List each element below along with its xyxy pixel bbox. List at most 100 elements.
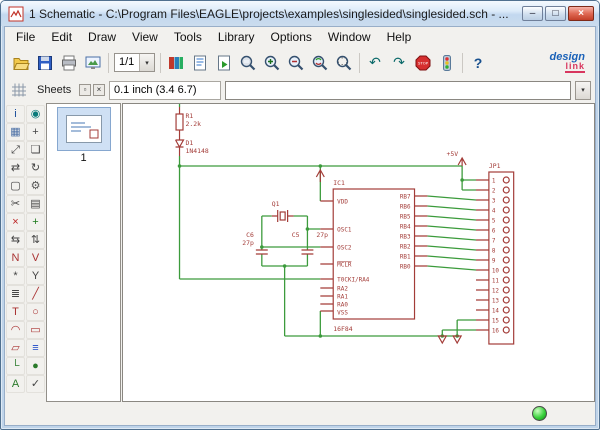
tool-name[interactable]: N — [6, 249, 25, 267]
svg-text:RB4: RB4 — [400, 223, 411, 230]
svg-text:RB3: RB3 — [400, 233, 411, 240]
tool-mark[interactable]: + — [26, 123, 45, 141]
minimize-button[interactable]: – — [522, 6, 543, 21]
sheets-panel: 1 — [46, 103, 121, 402]
tool-smash[interactable]: * — [6, 267, 25, 285]
command-history-dropdown[interactable]: ▾ — [575, 81, 591, 100]
menu-item[interactable]: File — [8, 28, 43, 46]
panel-close-button[interactable]: × — [93, 84, 105, 96]
tool-move[interactable]: ⤢ — [6, 141, 25, 159]
cam-image-icon — [84, 54, 102, 72]
r1-value: 2.2k — [185, 120, 201, 128]
schematic-canvas[interactable]: R1 2.2k D1 1N4148 Q1 C6 27p C5 27p +5V I… — [122, 103, 595, 402]
help-button[interactable]: ? — [466, 51, 490, 75]
sheets-panel-header: Sheets ▫ × — [35, 84, 105, 96]
zoom-select-icon — [335, 54, 353, 72]
d1-value: 1N4148 — [185, 147, 208, 155]
command-input[interactable] — [225, 81, 571, 100]
maximize-button[interactable]: □ — [545, 6, 566, 21]
menu-item[interactable]: Options — [263, 28, 320, 46]
zoom-redraw-button[interactable] — [308, 51, 332, 75]
designlink-logo: design link — [546, 51, 589, 75]
menu-item[interactable]: Library — [210, 28, 263, 46]
tool-label[interactable]: A — [6, 375, 25, 393]
tool-gateswap[interactable]: ⇅ — [26, 231, 45, 249]
svg-text:3: 3 — [492, 197, 496, 204]
traffic-light-button[interactable] — [435, 51, 459, 75]
run-button[interactable] — [212, 51, 236, 75]
sheets-panel-title: Sheets — [37, 84, 77, 96]
svg-text:STOP: STOP — [418, 60, 429, 65]
tool-delete[interactable]: × — [6, 213, 25, 231]
sheet-selector[interactable]: 1/1 ▾ — [114, 53, 155, 72]
tool-copy[interactable]: ❏ — [26, 141, 45, 159]
ic1-value: 16F84 — [333, 325, 352, 333]
status-led — [532, 406, 547, 421]
zoom-in-button[interactable] — [260, 51, 284, 75]
stop-button[interactable]: STOP — [411, 51, 435, 75]
tool-display[interactable]: ▦ — [6, 123, 25, 141]
tool-pinswap[interactable]: ⇆ — [6, 231, 25, 249]
title-bar[interactable]: 1 Schematic - C:\Program Files\EAGLE\pro… — [1, 1, 599, 26]
tool-bus[interactable]: ≡ — [26, 339, 45, 357]
tool-arc[interactable]: ◠ — [6, 321, 25, 339]
tool-polygon[interactable]: ▱ — [6, 339, 25, 357]
close-button[interactable]: × — [568, 6, 594, 21]
tool-paste[interactable]: ▤ — [26, 195, 45, 213]
menu-bar: FileEditDrawViewToolsLibraryOptionsWindo… — [5, 27, 595, 47]
tool-junction[interactable]: ● — [26, 357, 45, 375]
menu-item[interactable]: Edit — [43, 28, 80, 46]
tool-rotate[interactable]: ↻ — [26, 159, 45, 177]
redo-button[interactable]: ↷ — [387, 51, 411, 75]
tool-add[interactable]: + — [26, 213, 45, 231]
tool-cut[interactable]: ✂ — [6, 195, 25, 213]
tool-circle[interactable]: ○ — [26, 303, 45, 321]
tool-info[interactable]: i — [6, 105, 25, 123]
undo-button[interactable]: ↶ — [363, 51, 387, 75]
tool-group[interactable]: ▢ — [6, 177, 25, 195]
sheet-list-item[interactable] — [57, 107, 111, 151]
menu-item[interactable]: View — [124, 28, 166, 46]
library-button[interactable] — [164, 51, 188, 75]
chevron-down-icon[interactable]: ▾ — [139, 54, 154, 71]
c6-value: 27p — [242, 239, 254, 247]
script-button[interactable] — [188, 51, 212, 75]
print-button[interactable] — [57, 51, 81, 75]
stop-sign-icon: STOP — [414, 54, 432, 72]
ic1-name: IC1 — [333, 179, 345, 187]
svg-text:VSS: VSS — [337, 309, 348, 316]
ic1-left-pins: VDD OSC1 OSC2 MCLR T0CKI/RA4 RA2 RA1 RA0… — [337, 198, 370, 316]
tool-show[interactable]: ◉ — [26, 105, 45, 123]
svg-text:5: 5 — [492, 217, 496, 224]
script-page-icon — [191, 54, 209, 72]
help-icon: ? — [474, 55, 483, 71]
tool-split[interactable]: Y — [26, 267, 45, 285]
svg-text:9: 9 — [492, 257, 496, 264]
tool-text[interactable]: T — [6, 303, 25, 321]
tool-value[interactable]: V — [26, 249, 45, 267]
cam-processor-button[interactable] — [81, 51, 105, 75]
menu-item[interactable]: Help — [379, 28, 420, 46]
tool-mirror[interactable]: ⇄ — [6, 159, 25, 177]
open-button[interactable] — [9, 51, 33, 75]
menu-item[interactable]: Tools — [166, 28, 210, 46]
tool-net[interactable]: └ — [6, 357, 25, 375]
grid-button[interactable] — [7, 78, 31, 102]
tool-erc[interactable]: ✓ — [26, 375, 45, 393]
tool-wire[interactable]: ╱ — [26, 285, 45, 303]
svg-text:10: 10 — [492, 267, 500, 274]
tool-change[interactable]: ⚙ — [26, 177, 45, 195]
menu-item[interactable]: Draw — [80, 28, 124, 46]
zoom-fit-button[interactable] — [236, 51, 260, 75]
svg-text:11: 11 — [492, 277, 500, 284]
command-bar: Sheets ▫ × 0.1 inch (3.4 6.7) ▾ — [5, 78, 595, 103]
zoom-out-button[interactable] — [284, 51, 308, 75]
tool-invoke[interactable]: ≣ — [6, 285, 25, 303]
tool-rect[interactable]: ▭ — [26, 321, 45, 339]
menu-item[interactable]: Window — [320, 28, 379, 46]
svg-text:6: 6 — [492, 227, 496, 234]
save-button[interactable] — [33, 51, 57, 75]
main-area: i◉▦+⤢❏⇄↻▢⚙✂▤×+⇆⇅NV*Y≣╱T○◠▭▱≡└●A✓ 1 — [5, 103, 595, 402]
zoom-select-button[interactable] — [332, 51, 356, 75]
panel-float-button[interactable]: ▫ — [79, 84, 91, 96]
